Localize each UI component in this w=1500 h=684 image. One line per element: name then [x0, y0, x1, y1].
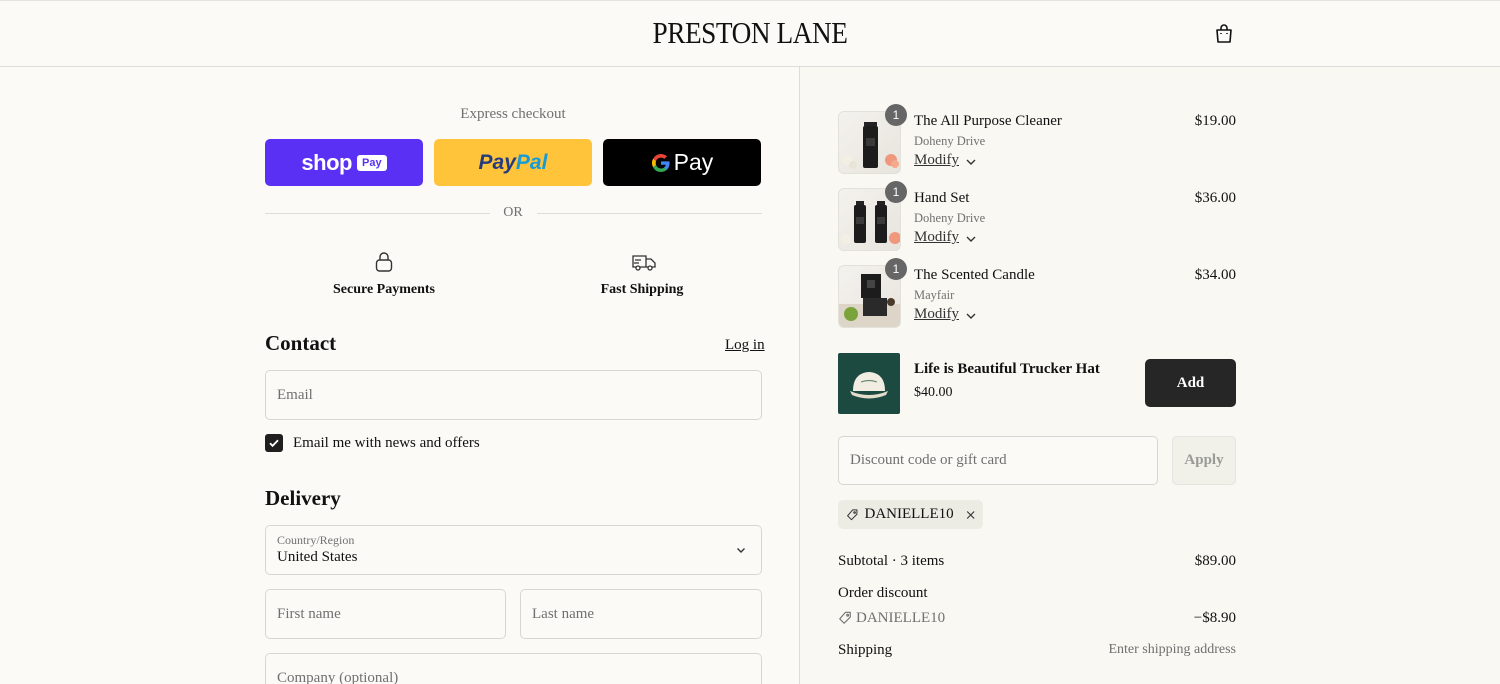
item-name: The Scented Candle: [914, 267, 1035, 283]
trucker-hat-image: [850, 372, 888, 399]
modify-link[interactable]: Modify: [914, 229, 959, 246]
last-name-field[interactable]: Last name: [520, 589, 762, 639]
subtotal-value: $89.00: [1194, 553, 1236, 569]
item-variant: Mayfair: [914, 288, 955, 302]
google-g-icon: [651, 153, 670, 172]
modify-link[interactable]: Modify: [914, 152, 959, 169]
shop-pay-button[interactable]: shop Pay: [265, 139, 423, 186]
item-name: Hand Set: [914, 190, 970, 206]
item-variant: Doheny Drive: [914, 134, 986, 148]
checkmark-icon: [269, 439, 279, 448]
apply-discount-button[interactable]: Apply: [1172, 436, 1236, 485]
upsell-product-price: $40.00: [914, 385, 953, 400]
applied-discount-code: DANIELLE10: [864, 506, 954, 522]
item-price: $36.00: [1194, 190, 1236, 206]
site-header: PRESTON LANE: [0, 0, 1500, 67]
order-discount-code: DANIELLE10: [856, 610, 946, 626]
express-checkout-label: Express checkout: [460, 106, 566, 122]
add-upsell-button[interactable]: Add: [1145, 359, 1236, 407]
tag-icon: [839, 611, 851, 624]
truck-icon: [632, 255, 656, 271]
paypal-wordmark: PayPal: [478, 150, 548, 174]
column-divider: [799, 67, 800, 684]
quantity-badge: 1: [885, 258, 907, 280]
or-divider-label: OR: [503, 205, 523, 220]
country-select-label: Country/Region: [277, 533, 355, 547]
fast-shipping-label: Fast Shipping: [600, 282, 684, 297]
email-field[interactable]: Email: [265, 370, 762, 420]
country-select[interactable]: Country/Region United States: [265, 525, 762, 575]
lock-icon: [375, 252, 393, 272]
close-icon[interactable]: [966, 509, 975, 521]
order-discount-label: Order discount: [838, 585, 928, 601]
tag-icon: [847, 508, 858, 520]
company-field[interactable]: Company (optional): [265, 653, 762, 684]
contact-heading: Contact: [265, 331, 337, 355]
paypal-button[interactable]: PayPal: [434, 139, 592, 186]
or-divider-right: [537, 213, 762, 214]
applied-discount-chip: DANIELLE10: [838, 500, 983, 529]
shop-pay-wordmark: shop: [301, 149, 352, 175]
modify-link[interactable]: Modify: [914, 306, 959, 323]
chevron-down-icon[interactable]: [965, 156, 977, 168]
upsell-product-image: [838, 353, 900, 414]
chevron-down-icon: [737, 548, 745, 553]
subtotal-label: Subtotal · 3 items: [838, 553, 945, 569]
newsletter-label: Email me with news and offers: [293, 435, 480, 451]
shipping-label: Shipping: [838, 642, 893, 658]
country-select-value: United States: [277, 549, 358, 565]
shipping-value: Enter shipping address: [1108, 642, 1236, 657]
quantity-badge: 1: [885, 104, 907, 126]
order-discount-value: −$8.90: [1193, 610, 1236, 626]
item-price: $34.00: [1194, 267, 1236, 283]
or-divider-left: [265, 213, 490, 214]
google-pay-button[interactable]: Pay: [603, 139, 761, 186]
login-link[interactable]: Log in: [725, 337, 765, 354]
shopping-bag-icon[interactable]: [1212, 22, 1236, 46]
item-variant: Doheny Drive: [914, 211, 986, 225]
item-name: The All Purpose Cleaner: [914, 113, 1062, 129]
upsell-product-name: Life is Beautiful Trucker Hat: [914, 361, 1100, 377]
item-price: $19.00: [1194, 113, 1236, 129]
newsletter-checkbox[interactable]: [265, 434, 283, 452]
quantity-badge: 1: [885, 181, 907, 203]
shop-pay-badge: Pay: [356, 154, 387, 171]
discount-code-field[interactable]: Discount code or gift card: [838, 436, 1158, 485]
google-pay-wordmark: Pay: [651, 149, 713, 176]
delivery-heading: Delivery: [265, 486, 341, 510]
first-name-field[interactable]: First name: [265, 589, 506, 639]
chevron-down-icon[interactable]: [965, 233, 977, 245]
secure-payments-label: Secure Payments: [333, 282, 435, 297]
chevron-down-icon[interactable]: [965, 310, 977, 322]
